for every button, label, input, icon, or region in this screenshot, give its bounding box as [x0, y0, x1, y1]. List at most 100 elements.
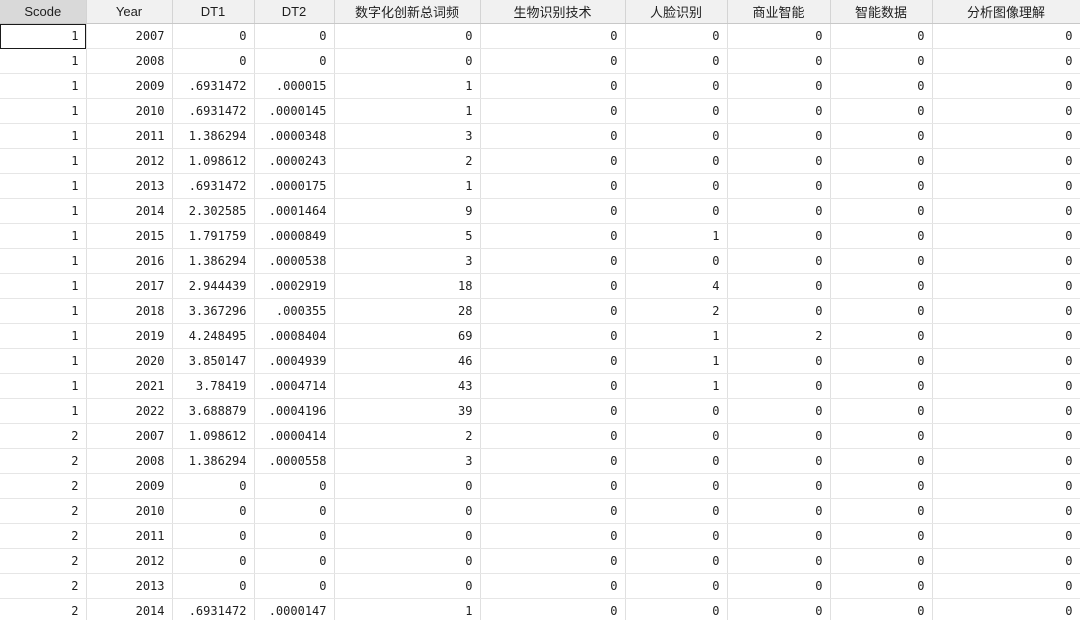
- cell-business-intelligence[interactable]: 0: [727, 48, 831, 74]
- cell-year[interactable]: 2012: [86, 548, 173, 574]
- cell-dt1[interactable]: 0: [172, 548, 255, 574]
- column-header-year[interactable]: Year: [86, 0, 173, 24]
- cell-biometric-tech[interactable]: 0: [480, 123, 626, 149]
- cell-biometric-tech[interactable]: 0: [480, 248, 626, 274]
- cell-digital-innovation-total[interactable]: 9: [334, 198, 481, 224]
- cell-face-recognition[interactable]: 2: [625, 298, 728, 324]
- column-header-biometric-tech[interactable]: 生物识别技术: [480, 0, 626, 24]
- cell-face-recognition[interactable]: 0: [625, 198, 728, 224]
- cell-scode[interactable]: 1: [0, 273, 87, 299]
- cell-scode[interactable]: 1: [0, 98, 87, 124]
- cell-biometric-tech[interactable]: 0: [480, 348, 626, 374]
- cell-dt2[interactable]: .0004939: [254, 348, 335, 374]
- cell-scode[interactable]: 2: [0, 473, 87, 499]
- cell-smart-data[interactable]: 0: [830, 173, 933, 199]
- cell-year[interactable]: 2011: [86, 123, 173, 149]
- cell-year[interactable]: 2007: [86, 23, 173, 49]
- cell-dt2[interactable]: .0004714: [254, 373, 335, 399]
- cell-biometric-tech[interactable]: 0: [480, 273, 626, 299]
- cell-scode[interactable]: 1: [0, 73, 87, 99]
- cell-business-intelligence[interactable]: 2: [727, 323, 831, 349]
- cell-year[interactable]: 2014: [86, 198, 173, 224]
- cell-image-understanding[interactable]: 0: [932, 48, 1080, 74]
- column-header-digital-innovation-total[interactable]: 数字化创新总词频: [334, 0, 481, 24]
- cell-business-intelligence[interactable]: 0: [727, 423, 831, 449]
- cell-image-understanding[interactable]: 0: [932, 373, 1080, 399]
- cell-scode[interactable]: 1: [0, 348, 87, 374]
- cell-business-intelligence[interactable]: 0: [727, 223, 831, 249]
- cell-digital-innovation-total[interactable]: 0: [334, 548, 481, 574]
- cell-smart-data[interactable]: 0: [830, 248, 933, 274]
- cell-digital-innovation-total[interactable]: 69: [334, 323, 481, 349]
- cell-scode[interactable]: 1: [0, 248, 87, 274]
- cell-year[interactable]: 2020: [86, 348, 173, 374]
- cell-digital-innovation-total[interactable]: 0: [334, 498, 481, 524]
- cell-dt2[interactable]: .0000849: [254, 223, 335, 249]
- cell-digital-innovation-total[interactable]: 28: [334, 298, 481, 324]
- cell-dt1[interactable]: 0: [172, 23, 255, 49]
- cell-dt1[interactable]: 1.386294: [172, 448, 255, 474]
- cell-biometric-tech[interactable]: 0: [480, 298, 626, 324]
- cell-year[interactable]: 2009: [86, 473, 173, 499]
- cell-image-understanding[interactable]: 0: [932, 598, 1080, 620]
- cell-face-recognition[interactable]: 0: [625, 98, 728, 124]
- cell-dt1[interactable]: 1.791759: [172, 223, 255, 249]
- cell-scode[interactable]: 1: [0, 198, 87, 224]
- cell-year[interactable]: 2011: [86, 523, 173, 549]
- cell-biometric-tech[interactable]: 0: [480, 448, 626, 474]
- cell-scode[interactable]: 2: [0, 448, 87, 474]
- cell-digital-innovation-total[interactable]: 1: [334, 173, 481, 199]
- cell-dt1[interactable]: 0: [172, 498, 255, 524]
- cell-smart-data[interactable]: 0: [830, 373, 933, 399]
- cell-business-intelligence[interactable]: 0: [727, 98, 831, 124]
- cell-image-understanding[interactable]: 0: [932, 123, 1080, 149]
- cell-dt1[interactable]: 4.248495: [172, 323, 255, 349]
- column-header-business-intelligence[interactable]: 商业智能: [727, 0, 831, 24]
- cell-dt1[interactable]: 3.78419: [172, 373, 255, 399]
- cell-face-recognition[interactable]: 0: [625, 48, 728, 74]
- cell-biometric-tech[interactable]: 0: [480, 73, 626, 99]
- cell-dt2[interactable]: 0: [254, 523, 335, 549]
- cell-digital-innovation-total[interactable]: 1: [334, 98, 481, 124]
- column-header-face-recognition[interactable]: 人脸识别: [625, 0, 728, 24]
- cell-scode[interactable]: 2: [0, 523, 87, 549]
- cell-business-intelligence[interactable]: 0: [727, 473, 831, 499]
- cell-digital-innovation-total[interactable]: 39: [334, 398, 481, 424]
- cell-biometric-tech[interactable]: 0: [480, 98, 626, 124]
- cell-year[interactable]: 2021: [86, 373, 173, 399]
- cell-dt1[interactable]: 1.098612: [172, 423, 255, 449]
- cell-digital-innovation-total[interactable]: 0: [334, 48, 481, 74]
- cell-smart-data[interactable]: 0: [830, 573, 933, 599]
- cell-year[interactable]: 2008: [86, 448, 173, 474]
- cell-business-intelligence[interactable]: 0: [727, 298, 831, 324]
- cell-image-understanding[interactable]: 0: [932, 548, 1080, 574]
- cell-smart-data[interactable]: 0: [830, 23, 933, 49]
- cell-scode[interactable]: 1: [0, 398, 87, 424]
- cell-dt1[interactable]: 0: [172, 48, 255, 74]
- cell-year[interactable]: 2013: [86, 573, 173, 599]
- cell-smart-data[interactable]: 0: [830, 423, 933, 449]
- cell-scode[interactable]: 1: [0, 48, 87, 74]
- cell-year[interactable]: 2016: [86, 248, 173, 274]
- cell-dt1[interactable]: .6931472: [172, 598, 255, 620]
- cell-business-intelligence[interactable]: 0: [727, 73, 831, 99]
- cell-year[interactable]: 2012: [86, 148, 173, 174]
- cell-digital-innovation-total[interactable]: 3: [334, 448, 481, 474]
- cell-dt1[interactable]: 1.386294: [172, 248, 255, 274]
- cell-smart-data[interactable]: 0: [830, 448, 933, 474]
- cell-image-understanding[interactable]: 0: [932, 148, 1080, 174]
- cell-scode[interactable]: 1: [0, 223, 87, 249]
- cell-scode[interactable]: 1: [0, 323, 87, 349]
- cell-face-recognition[interactable]: 0: [625, 173, 728, 199]
- cell-dt2[interactable]: .0000243: [254, 148, 335, 174]
- cell-biometric-tech[interactable]: 0: [480, 523, 626, 549]
- cell-smart-data[interactable]: 0: [830, 523, 933, 549]
- cell-digital-innovation-total[interactable]: 2: [334, 148, 481, 174]
- cell-digital-innovation-total[interactable]: 0: [334, 523, 481, 549]
- cell-digital-innovation-total[interactable]: 0: [334, 573, 481, 599]
- cell-scode[interactable]: 1: [0, 298, 87, 324]
- cell-smart-data[interactable]: 0: [830, 73, 933, 99]
- cell-dt2[interactable]: .0000414: [254, 423, 335, 449]
- cell-face-recognition[interactable]: 4: [625, 273, 728, 299]
- cell-biometric-tech[interactable]: 0: [480, 573, 626, 599]
